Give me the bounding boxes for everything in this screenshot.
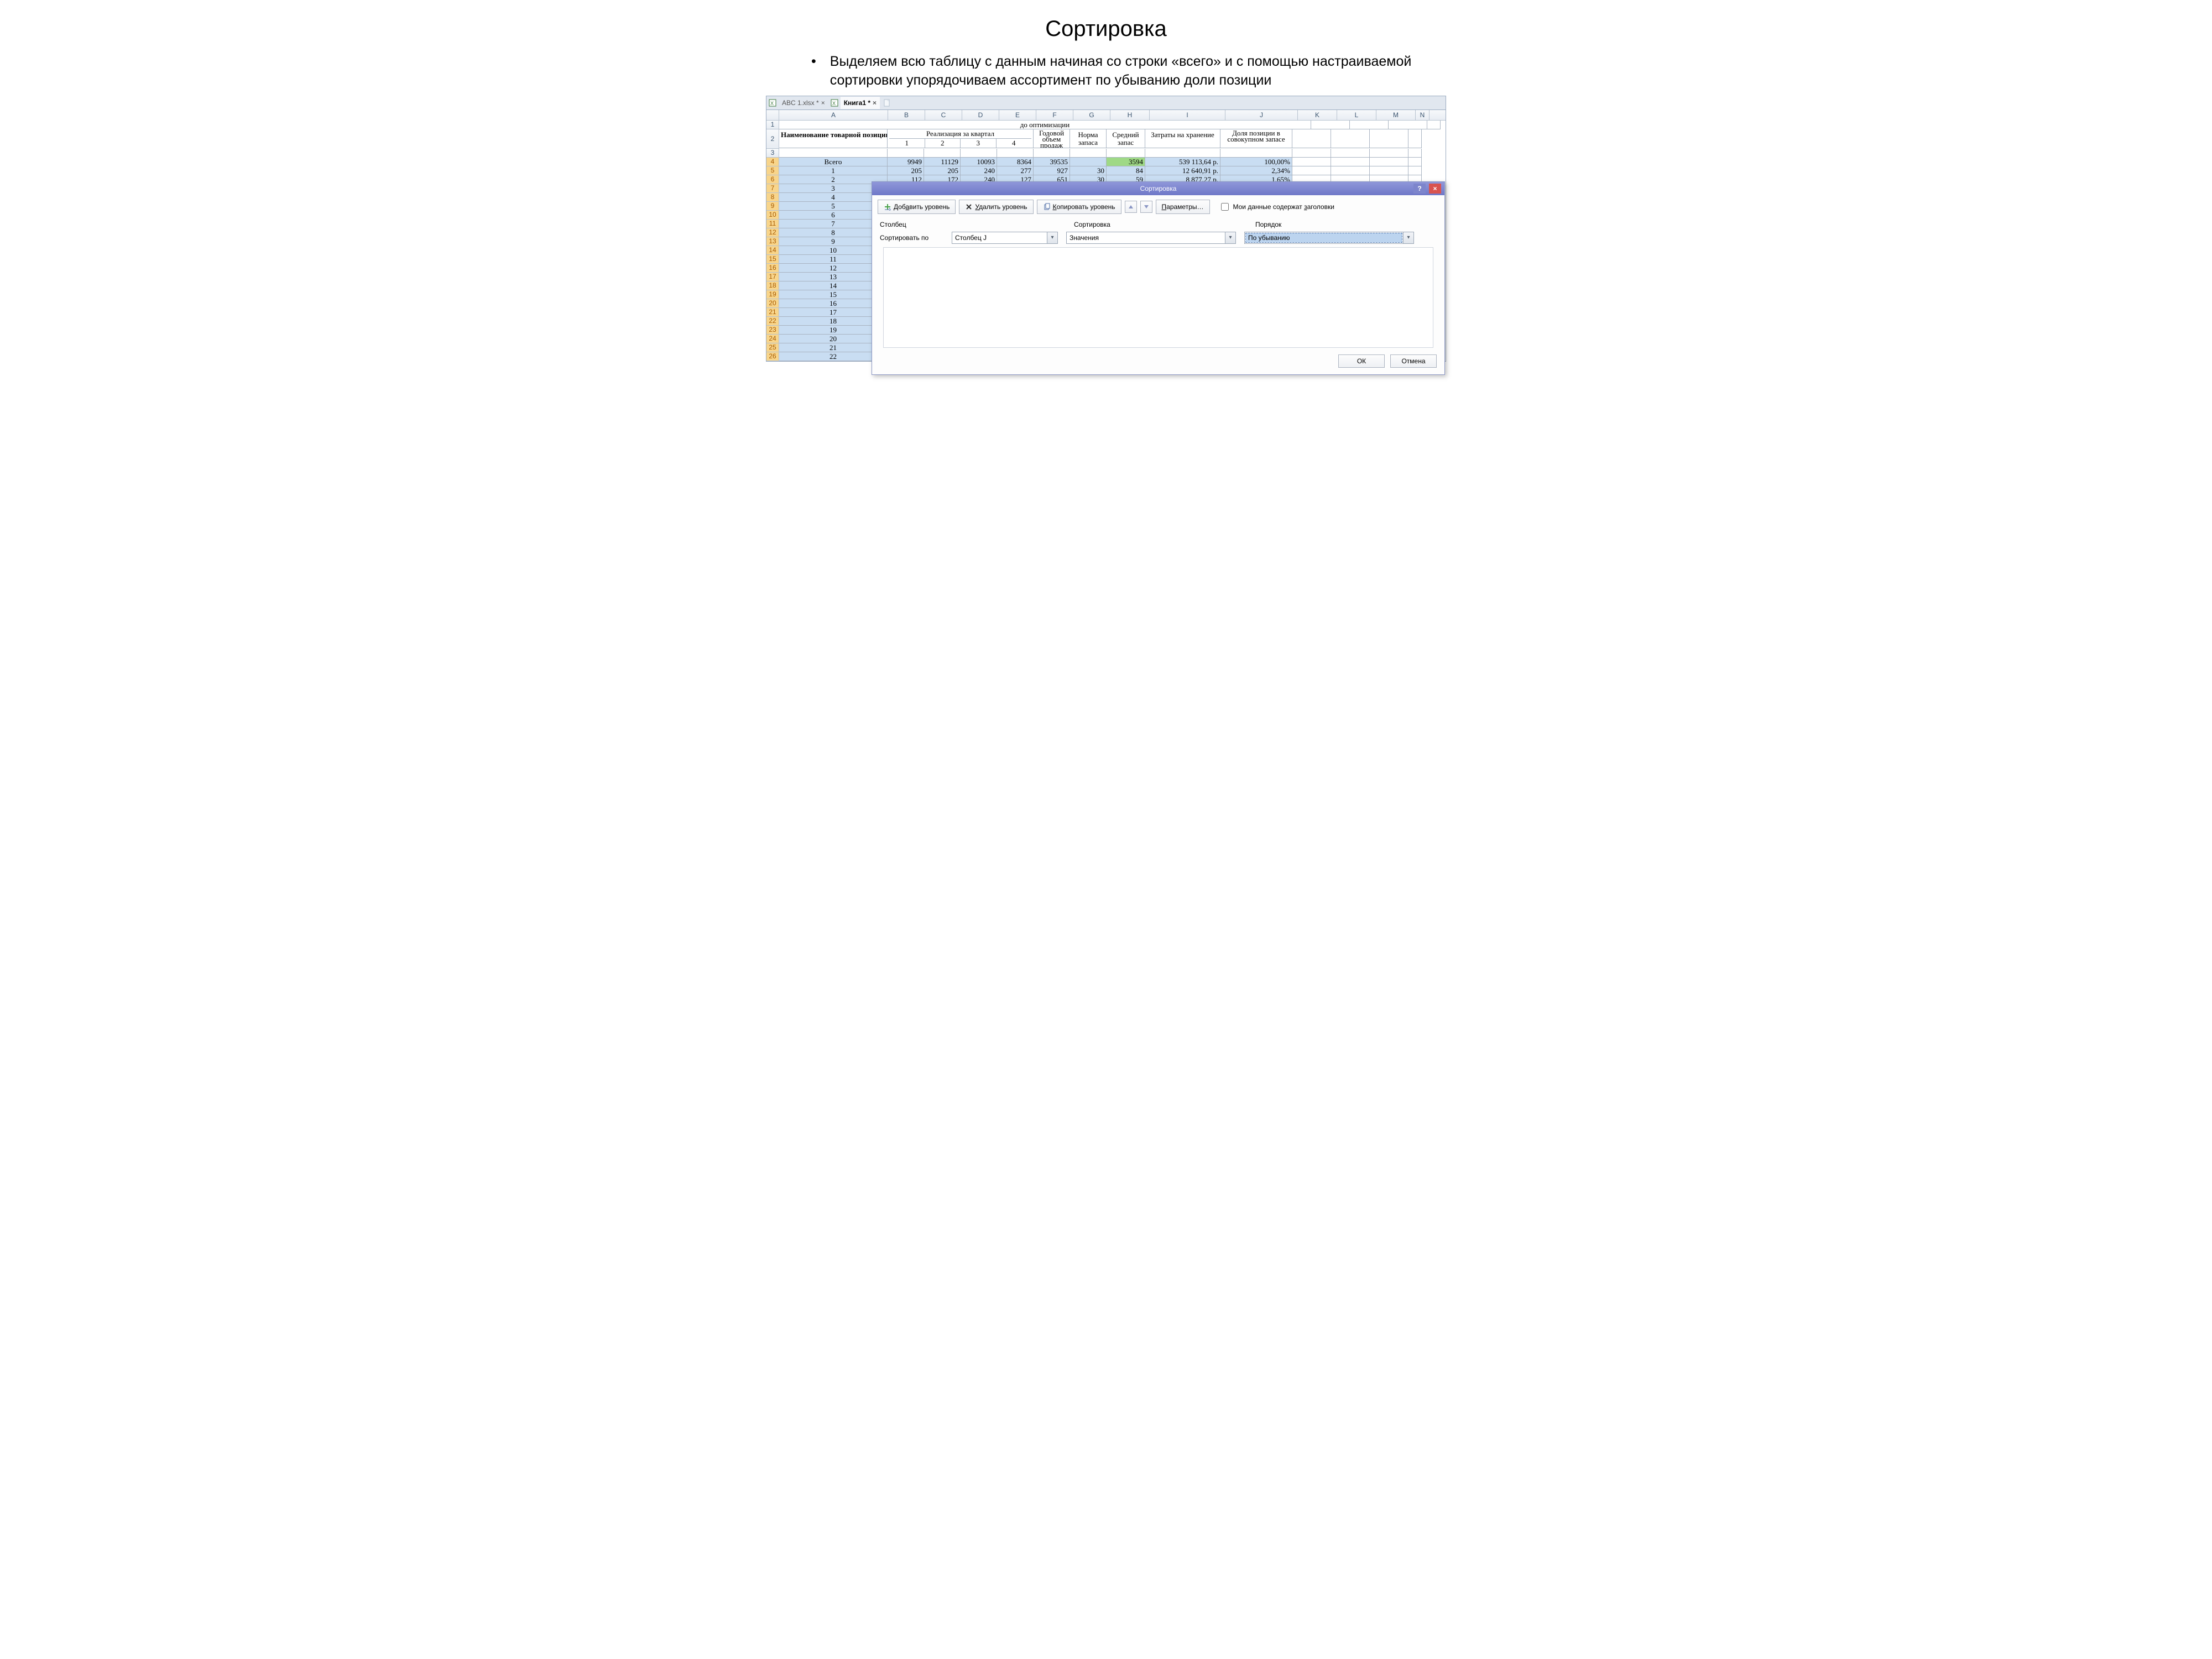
tab-book1[interactable]: Книга1 * × bbox=[841, 97, 880, 109]
col-D[interactable]: D bbox=[962, 110, 999, 120]
excel-file-icon: X bbox=[769, 99, 776, 107]
copy-level-label: Копировать уровень bbox=[1053, 203, 1115, 211]
col-B[interactable]: B bbox=[888, 110, 925, 120]
col-K[interactable]: K bbox=[1298, 110, 1337, 120]
column-header-row: A B C D E F G H I J K L M N bbox=[766, 110, 1446, 121]
help-button[interactable]: ? bbox=[1413, 184, 1426, 194]
col-G[interactable]: G bbox=[1073, 110, 1110, 120]
sort-criteria-area: Столбец Сортировка Порядок Сортировать п… bbox=[878, 218, 1439, 348]
slide-bullet: • Выделяем всю таблицу с данным начиная … bbox=[811, 53, 1412, 90]
tab-book1-label: Книга1 * bbox=[844, 99, 870, 107]
headers-checkbox-input[interactable] bbox=[1221, 203, 1229, 211]
delete-level-icon bbox=[965, 203, 973, 211]
col-M[interactable]: M bbox=[1376, 110, 1416, 120]
slide-title: Сортировка bbox=[756, 17, 1456, 41]
params-label: Параметры… bbox=[1162, 203, 1204, 211]
tab-book1-close-icon[interactable]: × bbox=[873, 99, 877, 107]
row-2-header[interactable]: 2 bbox=[766, 129, 779, 149]
sort-sort-header: Сортировка bbox=[1072, 220, 1253, 229]
col-E[interactable]: E bbox=[999, 110, 1036, 120]
add-level-label: Добавить уровень bbox=[894, 203, 950, 211]
sort-order-header: Порядок bbox=[1253, 220, 1434, 229]
copy-level-button[interactable]: Копировать уровень bbox=[1037, 200, 1121, 214]
cell-I2[interactable]: Затраты на хранение bbox=[1145, 129, 1220, 148]
sort-dialog-title: Сортировка bbox=[1140, 185, 1177, 192]
bullet-dot: • bbox=[811, 53, 816, 90]
cell-B2-merged[interactable]: Реализация за квартал 1 2 3 4 bbox=[888, 129, 1034, 148]
sort-on-combo[interactable]: Значения ▾ bbox=[1066, 232, 1236, 244]
move-down-button[interactable] bbox=[1140, 201, 1152, 213]
sort-toolbar: Добавить уровень Удалить уровень Копиров… bbox=[872, 195, 1444, 218]
params-button[interactable]: Параметры… bbox=[1156, 200, 1210, 214]
headers-checkbox[interactable]: Мои данные содержат заголовки bbox=[1219, 201, 1334, 212]
sort-dialog-titlebar[interactable]: Сортировка ? × bbox=[872, 182, 1444, 195]
delete-level-button[interactable]: Удалить уровень bbox=[959, 200, 1033, 214]
tab-abc1-close-icon[interactable]: × bbox=[821, 99, 825, 107]
sort-order-combo[interactable]: По убыванию ▾ bbox=[1244, 232, 1414, 244]
col-F[interactable]: F bbox=[1036, 110, 1073, 120]
row-1-header[interactable]: 1 bbox=[766, 121, 779, 129]
ok-button[interactable]: ОК bbox=[1338, 354, 1385, 368]
delete-level-label: Удалить уровень bbox=[975, 203, 1027, 211]
tab-abc1-label: ABC 1.xlsx * bbox=[782, 99, 819, 107]
select-all-corner[interactable] bbox=[766, 110, 779, 120]
sort-col-header: Столбец bbox=[878, 220, 954, 229]
cell-G2[interactable]: Норма запаса bbox=[1070, 129, 1107, 148]
svg-text:X: X bbox=[770, 101, 774, 106]
row-4[interactable]: 4 Всего 9949 11129 10093 8364 39535 3594… bbox=[766, 158, 1446, 166]
chevron-down-icon: ▾ bbox=[1047, 232, 1057, 243]
move-down-icon bbox=[1144, 204, 1149, 210]
cell-J2[interactable]: Доля позиции в совокупном запасе bbox=[1220, 129, 1292, 148]
tab-abc1[interactable]: ABC 1.xlsx * × bbox=[779, 97, 828, 109]
sort-empty-body bbox=[883, 247, 1433, 348]
move-up-icon bbox=[1128, 204, 1134, 210]
excel-file-icon-2: X bbox=[831, 99, 838, 107]
col-L[interactable]: L bbox=[1337, 110, 1376, 120]
cell-A2[interactable]: Наименование товарной позиции bbox=[779, 129, 888, 148]
sort-column-combo[interactable]: Столбец J ▾ bbox=[952, 232, 1058, 244]
add-level-button[interactable]: Добавить уровень bbox=[878, 200, 956, 214]
workbook-tabbar: X ABC 1.xlsx * × X Книга1 * × bbox=[766, 96, 1446, 110]
sort-row-1: Сортировать по Столбец J ▾ Значения ▾ П bbox=[878, 231, 1439, 245]
svg-text:X: X bbox=[832, 101, 836, 106]
sort-dialog-footer: ОК Отмена bbox=[872, 350, 1444, 374]
row-5[interactable]: 5 1 205 205 240 277 927 30 84 12 640,91 … bbox=[766, 166, 1446, 175]
cell-header-merged[interactable]: до оптимизации bbox=[779, 121, 1311, 129]
row-3-header[interactable]: 3 bbox=[766, 149, 779, 158]
add-level-icon bbox=[884, 203, 891, 211]
cell-H2[interactable]: Средний запас bbox=[1107, 129, 1145, 148]
headers-checkbox-label: Мои данные содержат заголовки bbox=[1233, 203, 1334, 211]
col-A[interactable]: A bbox=[779, 110, 888, 120]
col-I[interactable]: I bbox=[1150, 110, 1225, 120]
move-up-button[interactable] bbox=[1125, 201, 1137, 213]
col-H[interactable]: H bbox=[1110, 110, 1150, 120]
sort-by-label: Сортировать по bbox=[878, 234, 952, 242]
spreadsheet-grid[interactable]: 1 до оптимизации 2 Наименование товарной… bbox=[766, 121, 1446, 361]
col-N[interactable]: N bbox=[1416, 110, 1430, 120]
new-tab-button[interactable] bbox=[880, 97, 898, 109]
sort-dialog: Сортировка ? × Добавить уровень Удалить … bbox=[872, 181, 1445, 375]
bullet-text: Выделяем всю таблицу с данным начиная со… bbox=[830, 53, 1412, 90]
col-C[interactable]: C bbox=[925, 110, 962, 120]
chevron-down-icon: ▾ bbox=[1225, 232, 1235, 243]
cell-F2[interactable]: Годовой объем продаж bbox=[1034, 129, 1070, 148]
cancel-button[interactable]: Отмена bbox=[1390, 354, 1437, 368]
excel-window: X ABC 1.xlsx * × X Книга1 * × A B C D bbox=[766, 96, 1446, 362]
chevron-down-icon: ▾ bbox=[1403, 232, 1413, 243]
copy-level-icon bbox=[1043, 203, 1051, 211]
col-J[interactable]: J bbox=[1225, 110, 1298, 120]
close-button[interactable]: × bbox=[1429, 184, 1441, 194]
